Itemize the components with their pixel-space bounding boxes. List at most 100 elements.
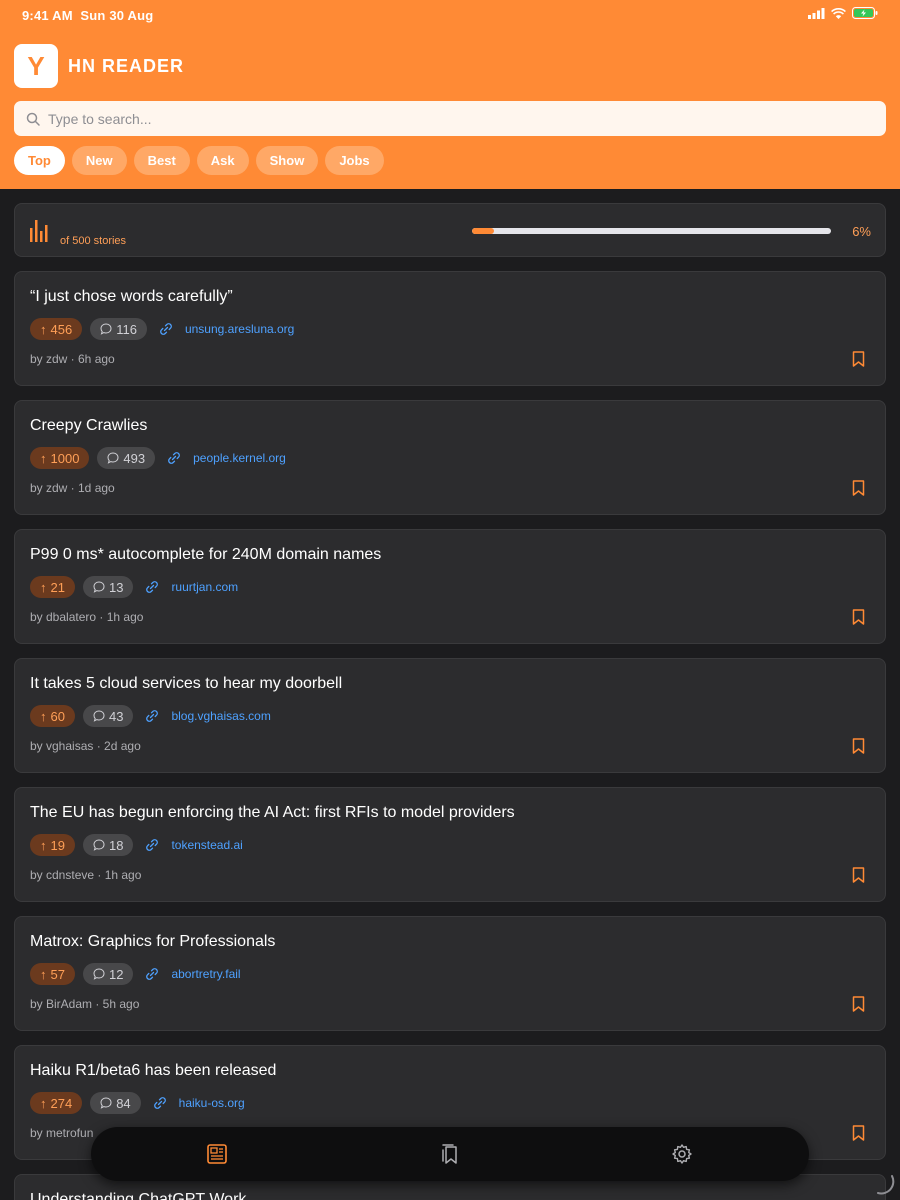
search-bar[interactable] bbox=[14, 101, 886, 136]
bookmark-icon[interactable] bbox=[852, 867, 865, 883]
story-byline: by zdw · 6h ago bbox=[30, 352, 115, 366]
comment-bubble-icon bbox=[93, 839, 105, 851]
battery-charging-icon bbox=[852, 7, 878, 19]
score-badge: ↑ 274 bbox=[30, 1092, 83, 1114]
progress-bar-fill bbox=[472, 228, 494, 234]
comments-button[interactable]: 13 bbox=[82, 576, 134, 598]
story-title[interactable]: “I just chose words carefully” bbox=[30, 288, 233, 306]
app-logo: Y bbox=[14, 44, 58, 88]
status-time: 9:41 AM Sun 30 Aug bbox=[22, 8, 153, 23]
progress-percent: 6% bbox=[852, 224, 871, 239]
app-logo-letter: Y bbox=[27, 50, 45, 81]
score-value: 57 bbox=[50, 966, 65, 982]
loading-spinner-icon bbox=[877, 1175, 895, 1195]
link-icon bbox=[146, 710, 159, 722]
score-value: 456 bbox=[50, 321, 73, 337]
story-card[interactable]: It takes 5 cloud services to hear my doo… bbox=[14, 658, 886, 773]
progress-caption: of 500 stories bbox=[60, 235, 127, 247]
comments-button[interactable]: 12 bbox=[82, 963, 134, 985]
bookmark-icon[interactable] bbox=[852, 351, 865, 367]
story-card[interactable]: P99 0 ms* autocomplete for 240M domain n… bbox=[14, 529, 886, 644]
story-domain-link[interactable]: ruurtjan.com bbox=[171, 580, 238, 594]
tab-jobs[interactable]: Jobs bbox=[325, 146, 384, 175]
upvote-arrow-icon: ↑ bbox=[40, 579, 47, 595]
story-meta: ↑ 19 18 tokenstead.ai bbox=[30, 834, 243, 856]
tab-best[interactable]: Best bbox=[133, 146, 190, 175]
wifi-icon bbox=[831, 7, 846, 19]
bookmark-icon[interactable] bbox=[852, 738, 865, 754]
status-icons bbox=[808, 7, 878, 19]
status-date: Sun 30 Aug bbox=[80, 8, 154, 23]
score-value: 274 bbox=[50, 1095, 73, 1111]
comments-button[interactable]: 43 bbox=[82, 705, 134, 727]
bookmark-icon[interactable] bbox=[852, 996, 865, 1012]
story-byline: by BirAdam · 5h ago bbox=[30, 997, 140, 1011]
upvote-arrow-icon: ↑ bbox=[40, 321, 47, 337]
comments-button[interactable]: 84 bbox=[90, 1092, 141, 1114]
story-card[interactable]: “I just chose words carefully” ↑ 456 116 … bbox=[14, 271, 886, 386]
story-domain-link[interactable]: haiku-os.org bbox=[179, 1096, 245, 1110]
tab-show[interactable]: Show bbox=[255, 146, 319, 175]
story-domain-link[interactable]: blog.vghaisas.com bbox=[171, 709, 270, 723]
comment-bubble-icon bbox=[100, 1097, 112, 1109]
story-card[interactable]: Matrox: Graphics for Professionals ↑ 57 1… bbox=[14, 916, 886, 1031]
search-input[interactable] bbox=[48, 110, 848, 127]
story-meta: ↑ 274 84 haiku-os.org bbox=[30, 1092, 245, 1114]
story-title[interactable]: P99 0 ms* autocomplete for 240M domain n… bbox=[30, 546, 381, 564]
comment-bubble-icon bbox=[100, 323, 112, 335]
story-card[interactable]: The EU has begun enforcing the AI Act: f… bbox=[14, 787, 886, 902]
progress-bar bbox=[472, 228, 831, 234]
upvote-arrow-icon: ↑ bbox=[40, 837, 47, 853]
story-byline: by metrofun bbox=[30, 1126, 94, 1140]
link-icon bbox=[160, 323, 172, 335]
link-icon bbox=[153, 1097, 166, 1109]
bookmark-icon[interactable] bbox=[852, 609, 865, 625]
story-title[interactable]: It takes 5 cloud services to hear my doo… bbox=[30, 675, 342, 693]
comments-count: 12 bbox=[108, 966, 124, 982]
story-domain-link[interactable]: unsung.aresluna.org bbox=[185, 322, 294, 336]
score-badge: ↑ 19 bbox=[30, 834, 75, 856]
comments-button[interactable]: 493 bbox=[97, 447, 156, 469]
tab-ask[interactable]: Ask bbox=[196, 146, 249, 175]
story-meta: ↑ 21 13 ruurtjan.com bbox=[30, 576, 238, 598]
story-title[interactable]: Matrox: Graphics for Professionals bbox=[30, 933, 275, 951]
link-icon bbox=[146, 968, 159, 980]
bookmark-icon[interactable] bbox=[852, 480, 865, 496]
comments-button[interactable]: 18 bbox=[82, 834, 134, 856]
upvote-arrow-icon: ↑ bbox=[40, 1095, 47, 1111]
bookmarks-icon[interactable] bbox=[439, 1143, 461, 1165]
app-header: 9:41 AM Sun 30 Aug Y HN READER Top New B… bbox=[0, 0, 900, 189]
score-badge: ↑ 57 bbox=[30, 963, 75, 985]
comment-bubble-icon bbox=[107, 452, 119, 464]
newspaper-icon[interactable] bbox=[206, 1143, 228, 1165]
comments-count: 116 bbox=[116, 321, 137, 337]
story-title[interactable]: Haiku R1/beta6 has been released bbox=[30, 1062, 276, 1080]
feed-tabs: Top New Best Ask Show Jobs bbox=[14, 146, 384, 175]
signal-icon bbox=[808, 7, 825, 19]
story-title[interactable]: Understanding ChatGPT Work bbox=[30, 1191, 246, 1200]
story-card[interactable]: Creepy Crawlies ↑ 1000 493 people.kernel.… bbox=[14, 400, 886, 515]
story-title[interactable]: Creepy Crawlies bbox=[30, 417, 147, 435]
story-domain-link[interactable]: tokenstead.ai bbox=[171, 838, 242, 852]
comments-count: 43 bbox=[108, 708, 124, 724]
score-value: 19 bbox=[50, 837, 65, 853]
upvote-arrow-icon: ↑ bbox=[40, 450, 47, 466]
story-title[interactable]: The EU has begun enforcing the AI Act: f… bbox=[30, 804, 515, 822]
story-byline: by cdnsteve · 1h ago bbox=[30, 868, 142, 882]
status-bar: 9:41 AM Sun 30 Aug bbox=[0, 0, 900, 30]
gear-icon[interactable] bbox=[671, 1143, 693, 1165]
tab-new[interactable]: New bbox=[71, 146, 127, 175]
comment-bubble-icon bbox=[93, 968, 105, 980]
story-meta: ↑ 1000 493 people.kernel.org bbox=[30, 447, 286, 469]
comments-button[interactable]: 116 bbox=[90, 318, 147, 340]
bookmark-icon[interactable] bbox=[852, 1125, 865, 1141]
story-byline: by vghaisas · 2d ago bbox=[30, 739, 141, 753]
comment-bubble-icon bbox=[93, 581, 105, 593]
bottom-tab-bar bbox=[91, 1127, 809, 1181]
story-domain-link[interactable]: abortretry.fail bbox=[171, 967, 240, 981]
story-meta: ↑ 57 12 abortretry.fail bbox=[30, 963, 241, 985]
tab-top[interactable]: Top bbox=[14, 146, 65, 175]
link-icon bbox=[146, 581, 159, 593]
story-domain-link[interactable]: people.kernel.org bbox=[193, 451, 286, 465]
loading-progress-card: of 500 stories 6% bbox=[14, 203, 886, 257]
